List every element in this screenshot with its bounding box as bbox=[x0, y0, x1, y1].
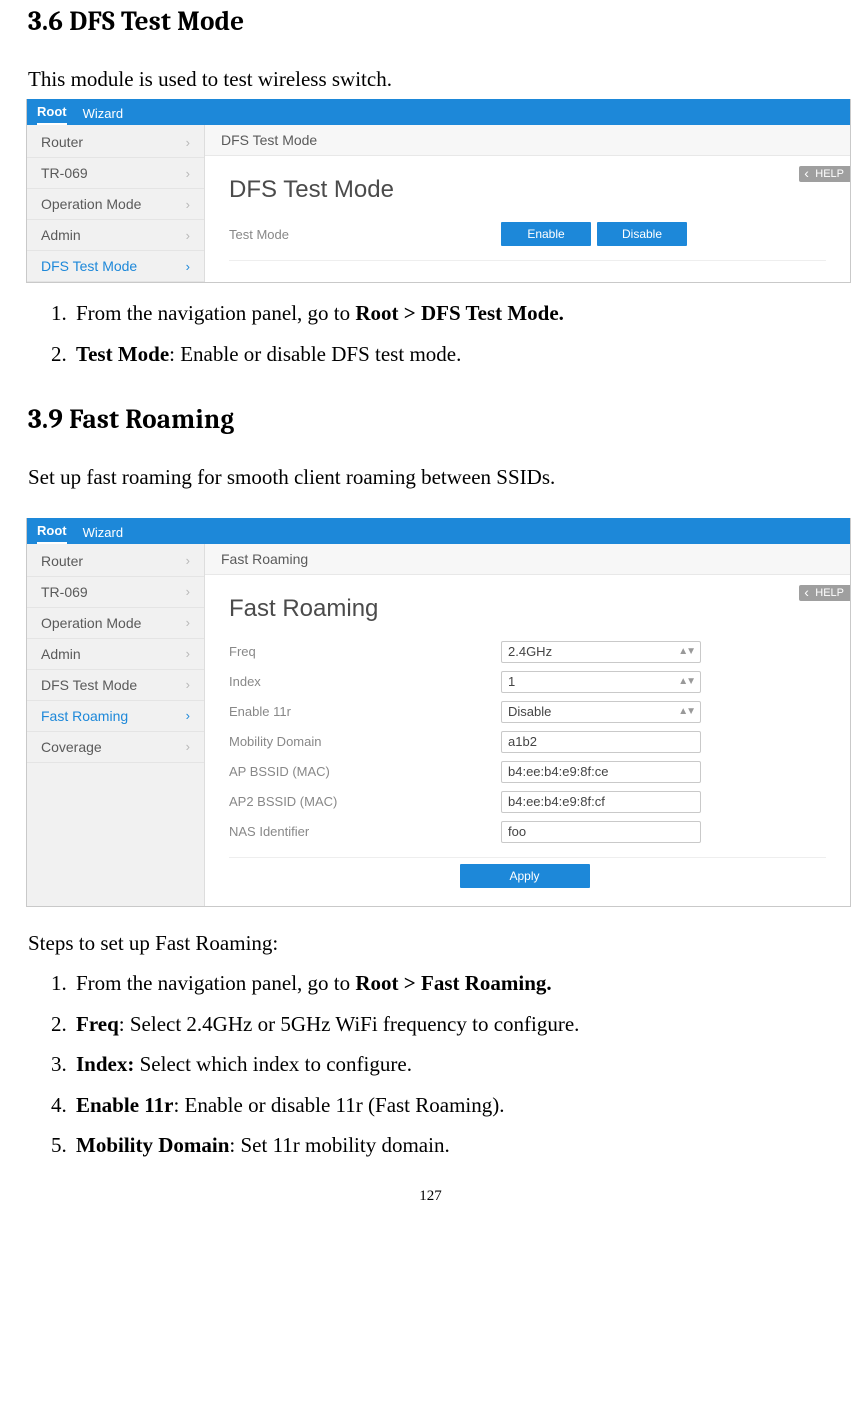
tab-wizard[interactable]: Wizard bbox=[83, 106, 123, 125]
chevron-right-icon: › bbox=[186, 166, 190, 181]
page-title: DFS Test Mode bbox=[229, 176, 826, 204]
label-mobility-domain: Mobility Domain bbox=[229, 734, 501, 749]
sidebar-item-label: Coverage bbox=[41, 739, 102, 755]
chevron-right-icon: › bbox=[186, 584, 190, 599]
step-2: Test Mode: Enable or disable DFS test mo… bbox=[72, 338, 833, 371]
label-enable-11r: Enable 11r bbox=[229, 704, 501, 719]
page-title: Fast Roaming bbox=[229, 595, 826, 623]
sidebar-item-label: TR-069 bbox=[41, 165, 88, 181]
step-4: Enable 11r: Enable or disable 11r (Fast … bbox=[72, 1089, 833, 1122]
chevron-right-icon: › bbox=[186, 553, 190, 568]
sidebar-item-dfs-test-mode[interactable]: DFS Test Mode › bbox=[27, 251, 204, 282]
label-index: Index bbox=[229, 674, 501, 689]
sidebar-item-dfs-test-mode[interactable]: DFS Test Mode › bbox=[27, 670, 204, 701]
updown-icon: ▲▼ bbox=[678, 676, 694, 687]
sidebar: Router › TR-069 › Operation Mode › Admin › D… bbox=[27, 544, 205, 906]
sidebar-item-operation-mode[interactable]: Operation Mode › bbox=[27, 608, 204, 639]
updown-icon: ▲▼ bbox=[678, 646, 694, 657]
apply-button[interactable]: Apply bbox=[460, 864, 590, 888]
mobility-domain-field[interactable]: a1b2 bbox=[501, 731, 701, 753]
sidebar: Router › TR-069 › Operation Mode › Admin › D… bbox=[27, 125, 205, 282]
label-ap2-bssid: AP2 BSSID (MAC) bbox=[229, 794, 501, 809]
row-enable-11r: Enable 11r Disable▲▼ bbox=[229, 697, 826, 727]
sidebar-item-tr069[interactable]: TR-069 › bbox=[27, 158, 204, 189]
step-5: Mobility Domain: Set 11r mobility domain… bbox=[72, 1129, 833, 1162]
steps-3-6: From the navigation panel, go to Root > … bbox=[28, 297, 833, 370]
sidebar-item-label: Fast Roaming bbox=[41, 708, 128, 724]
label-nas-identifier: NAS Identifier bbox=[229, 824, 501, 839]
row-mobility-domain: Mobility Domain a1b2 bbox=[229, 727, 826, 757]
sidebar-item-label: TR-069 bbox=[41, 584, 88, 600]
sidebar-item-admin[interactable]: Admin › bbox=[27, 220, 204, 251]
disable-button[interactable]: Disable bbox=[597, 222, 687, 246]
screenshot-fast-roaming: Root Wizard Router › TR-069 › Operation Mo… bbox=[26, 518, 851, 907]
updown-icon: ▲▼ bbox=[678, 706, 694, 717]
row-nas-identifier: NAS Identifier foo bbox=[229, 817, 826, 847]
chevron-right-icon: › bbox=[186, 197, 190, 212]
row-ap-bssid: AP BSSID (MAC) b4:ee:b4:e9:8f:ce bbox=[229, 757, 826, 787]
steps-3-9: From the navigation panel, go to Root > … bbox=[28, 967, 833, 1162]
sidebar-item-label: Router bbox=[41, 553, 83, 569]
nas-identifier-field[interactable]: foo bbox=[501, 821, 701, 843]
label-test-mode: Test Mode bbox=[229, 227, 501, 242]
help-button[interactable]: HELP bbox=[799, 585, 850, 601]
index-select[interactable]: 1▲▼ bbox=[501, 671, 701, 693]
label-freq: Freq bbox=[229, 644, 501, 659]
screenshot-dfs: Root Wizard Router › TR-069 › Operation Mo… bbox=[26, 99, 851, 283]
row-ap2-bssid: AP2 BSSID (MAC) b4:ee:b4:e9:8f:cf bbox=[229, 787, 826, 817]
sidebar-item-router[interactable]: Router › bbox=[27, 546, 204, 577]
enable-button[interactable]: Enable bbox=[501, 222, 591, 246]
tab-root[interactable]: Root bbox=[37, 104, 67, 125]
step-2: Freq: Select 2.4GHz or 5GHz WiFi frequen… bbox=[72, 1008, 833, 1041]
row-test-mode: Test Mode Enable Disable bbox=[229, 218, 826, 250]
ap-bssid-field[interactable]: b4:ee:b4:e9:8f:ce bbox=[501, 761, 701, 783]
step-1: From the navigation panel, go to Root > … bbox=[72, 967, 833, 1000]
chevron-right-icon: › bbox=[186, 739, 190, 754]
tab-bar: Root Wizard bbox=[27, 518, 850, 544]
steps-caption: Steps to set up Fast Roaming: bbox=[28, 929, 833, 957]
sidebar-item-label: Admin bbox=[41, 646, 81, 662]
breadcrumb: Fast Roaming bbox=[205, 544, 850, 575]
sidebar-item-label: DFS Test Mode bbox=[41, 258, 137, 274]
intro-3-9: Set up fast roaming for smooth client ro… bbox=[28, 463, 833, 491]
help-button[interactable]: HELP bbox=[799, 166, 850, 182]
chevron-right-icon: › bbox=[186, 677, 190, 692]
tab-wizard[interactable]: Wizard bbox=[83, 525, 123, 544]
sidebar-item-label: Operation Mode bbox=[41, 196, 141, 212]
chevron-right-icon: › bbox=[186, 646, 190, 661]
row-freq: Freq 2.4GHz▲▼ bbox=[229, 637, 826, 667]
page-number: 127 bbox=[28, 1188, 833, 1205]
breadcrumb: DFS Test Mode bbox=[205, 125, 850, 156]
chevron-right-icon: › bbox=[186, 228, 190, 243]
row-index: Index 1▲▼ bbox=[229, 667, 826, 697]
heading-3-6: 3.6 DFS Test Mode bbox=[28, 6, 833, 37]
sidebar-item-coverage[interactable]: Coverage › bbox=[27, 732, 204, 763]
divider bbox=[229, 260, 826, 261]
chevron-right-icon: › bbox=[186, 708, 190, 723]
sidebar-item-router[interactable]: Router › bbox=[27, 127, 204, 158]
sidebar-item-label: Admin bbox=[41, 227, 81, 243]
heading-3-9: 3.9 Fast Roaming bbox=[28, 404, 833, 435]
freq-select[interactable]: 2.4GHz▲▼ bbox=[501, 641, 701, 663]
chevron-right-icon: › bbox=[186, 259, 190, 274]
sidebar-item-label: Router bbox=[41, 134, 83, 150]
sidebar-item-label: DFS Test Mode bbox=[41, 677, 137, 693]
step-1: From the navigation panel, go to Root > … bbox=[72, 297, 833, 330]
chevron-right-icon: › bbox=[186, 135, 190, 150]
sidebar-item-label: Operation Mode bbox=[41, 615, 141, 631]
ap2-bssid-field[interactable]: b4:ee:b4:e9:8f:cf bbox=[501, 791, 701, 813]
tab-root[interactable]: Root bbox=[37, 523, 67, 544]
tab-bar: Root Wizard bbox=[27, 99, 850, 125]
sidebar-item-fast-roaming[interactable]: Fast Roaming › bbox=[27, 701, 204, 732]
intro-3-6: This module is used to test wireless swi… bbox=[28, 65, 833, 93]
chevron-right-icon: › bbox=[186, 615, 190, 630]
sidebar-item-operation-mode[interactable]: Operation Mode › bbox=[27, 189, 204, 220]
enable-11r-select[interactable]: Disable▲▼ bbox=[501, 701, 701, 723]
label-ap-bssid: AP BSSID (MAC) bbox=[229, 764, 501, 779]
step-3: Index: Select which index to configure. bbox=[72, 1048, 833, 1081]
sidebar-item-admin[interactable]: Admin › bbox=[27, 639, 204, 670]
sidebar-item-tr069[interactable]: TR-069 › bbox=[27, 577, 204, 608]
